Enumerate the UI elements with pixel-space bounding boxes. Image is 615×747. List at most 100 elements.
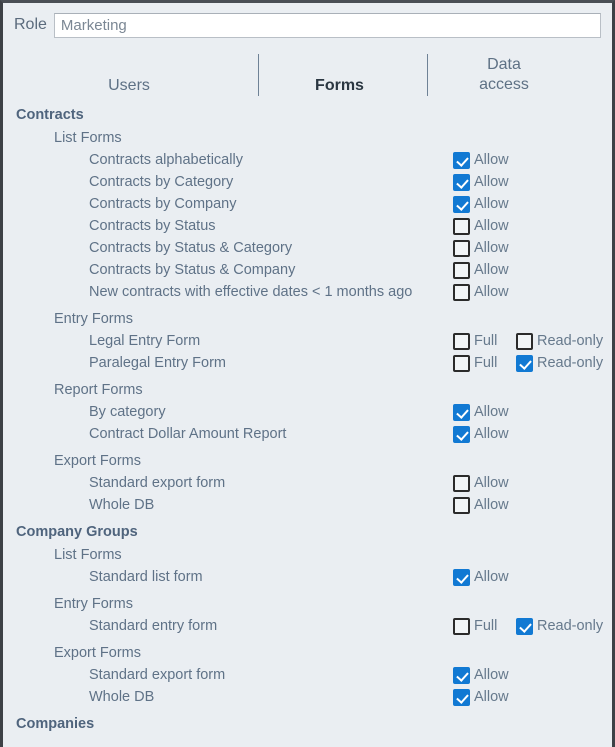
allow-checkbox[interactable]	[453, 262, 470, 279]
permission-row-label: Contracts by Company	[89, 196, 236, 212]
read-only-checkbox[interactable]	[516, 618, 533, 635]
permission-controls: Allow	[453, 472, 509, 494]
full-checkbox[interactable]	[453, 355, 470, 372]
permission-row: New contracts with effective dates < 1 m…	[3, 281, 612, 303]
tab-data-access[interactable]: Data access	[424, 46, 584, 104]
allow-checkbox-wrap[interactable]: Allow	[453, 494, 509, 516]
permission-controls: FullRead-only	[453, 615, 497, 637]
permission-controls: Allow	[453, 494, 509, 516]
allow-checkbox-wrap[interactable]: Allow	[453, 423, 509, 445]
permission-row: Standard export formAllow	[3, 664, 612, 686]
permission-row: Legal Entry FormFullRead-only	[3, 330, 612, 352]
section-header: Company Groups	[3, 521, 612, 544]
allow-checkbox[interactable]	[453, 240, 470, 257]
allow-checkbox-label: Allow	[474, 686, 509, 708]
allow-checkbox-wrap[interactable]: Allow	[453, 472, 509, 494]
allow-checkbox-wrap[interactable]: Allow	[453, 215, 509, 237]
full-checkbox-wrap[interactable]: Full	[453, 330, 497, 352]
permission-row: Contracts by Status & CompanyAllow	[3, 259, 612, 281]
allow-checkbox-label: Allow	[474, 472, 509, 494]
permission-row: Standard list formAllow	[3, 566, 612, 588]
allow-checkbox-wrap[interactable]: Allow	[453, 401, 509, 423]
allow-checkbox[interactable]	[453, 497, 470, 514]
tab-data-access-line1: Data	[487, 56, 521, 73]
allow-checkbox-wrap[interactable]: Allow	[453, 259, 509, 281]
permission-controls: Allow	[453, 566, 509, 588]
permission-row-label: Whole DB	[89, 497, 154, 513]
permission-controls: Allow	[453, 149, 509, 171]
permission-controls: Allow	[453, 259, 509, 281]
allow-checkbox[interactable]	[453, 152, 470, 169]
allow-checkbox-label: Allow	[474, 193, 509, 215]
full-checkbox[interactable]	[453, 333, 470, 350]
read-only-checkbox-wrap[interactable]: Read-only	[516, 615, 603, 637]
role-permissions-window: Role Users Forms Data access ContractsLi…	[0, 0, 615, 747]
allow-checkbox-wrap[interactable]: Allow	[453, 237, 509, 259]
allow-checkbox[interactable]	[453, 426, 470, 443]
permission-controls: Allow	[453, 193, 509, 215]
permission-controls: Allow	[453, 664, 509, 686]
allow-checkbox-label: Allow	[474, 259, 509, 281]
permission-row-label: Standard export form	[89, 475, 225, 491]
permission-row: Contract Dollar Amount ReportAllow	[3, 423, 612, 445]
full-checkbox[interactable]	[453, 618, 470, 635]
tab-users[interactable]: Users	[3, 46, 255, 104]
allow-checkbox[interactable]	[453, 196, 470, 213]
group-header: List Forms	[3, 544, 612, 566]
allow-checkbox-wrap[interactable]: Allow	[453, 686, 509, 708]
allow-checkbox-label: Allow	[474, 401, 509, 423]
tab-data-access-label: Data access	[479, 55, 529, 94]
allow-checkbox-label: Allow	[474, 149, 509, 171]
read-only-checkbox-wrap[interactable]: Read-only	[516, 352, 603, 374]
allow-checkbox-wrap[interactable]: Allow	[453, 171, 509, 193]
read-only-checkbox[interactable]	[516, 333, 533, 350]
allow-checkbox-wrap[interactable]: Allow	[453, 566, 509, 588]
allow-checkbox[interactable]	[453, 667, 470, 684]
read-only-checkbox-label: Read-only	[537, 330, 603, 352]
tab-data-access-line2: access	[479, 76, 529, 93]
permission-row-label: Contracts by Status & Category	[89, 240, 292, 256]
tab-users-label: Users	[108, 76, 150, 96]
permission-row-label: New contracts with effective dates < 1 m…	[89, 284, 412, 300]
allow-checkbox[interactable]	[453, 174, 470, 191]
permission-row-label: Contracts by Status	[89, 218, 216, 234]
allow-checkbox[interactable]	[453, 569, 470, 586]
role-name-input[interactable]	[54, 13, 601, 38]
allow-checkbox-wrap[interactable]: Allow	[453, 281, 509, 303]
permission-row: Whole DB Allow	[3, 494, 612, 516]
allow-checkbox[interactable]	[453, 284, 470, 301]
permission-controls: Allow	[453, 237, 509, 259]
permission-row: Standard entry formFullRead-only	[3, 615, 612, 637]
allow-checkbox[interactable]	[453, 689, 470, 706]
role-row: Role	[3, 3, 612, 37]
permission-controls: Allow	[453, 215, 509, 237]
allow-checkbox-wrap[interactable]: Allow	[453, 149, 509, 171]
permission-row: Contracts alphabetically Allow	[3, 149, 612, 171]
permission-row-label: Contracts alphabetically	[89, 152, 243, 168]
full-checkbox-wrap[interactable]: Full	[453, 615, 497, 637]
permission-controls: Allow	[453, 423, 509, 445]
allow-checkbox-wrap[interactable]: Allow	[453, 193, 509, 215]
full-checkbox-wrap[interactable]: Full	[453, 352, 497, 374]
full-checkbox-label: Full	[474, 352, 497, 374]
allow-checkbox-label: Allow	[474, 215, 509, 237]
permission-controls: FullRead-only	[453, 330, 497, 352]
allow-checkbox[interactable]	[453, 218, 470, 235]
tab-divider-2	[427, 54, 428, 96]
allow-checkbox-label: Allow	[474, 566, 509, 588]
read-only-checkbox-wrap[interactable]: Read-only	[516, 330, 603, 352]
permission-row-label: Paralegal Entry Form	[89, 355, 226, 371]
allow-checkbox-label: Allow	[474, 281, 509, 303]
permission-row-label: By category	[89, 404, 166, 420]
allow-checkbox-wrap[interactable]: Allow	[453, 664, 509, 686]
allow-checkbox[interactable]	[453, 404, 470, 421]
allow-checkbox[interactable]	[453, 475, 470, 492]
permission-row: Contracts by CategoryAllow	[3, 171, 612, 193]
group-header: Entry Forms	[3, 308, 612, 330]
read-only-checkbox-label: Read-only	[537, 615, 603, 637]
permission-row-label: Standard entry form	[89, 618, 217, 634]
tab-forms[interactable]: Forms	[255, 46, 424, 104]
read-only-checkbox[interactable]	[516, 355, 533, 372]
full-checkbox-label: Full	[474, 330, 497, 352]
permissions-list[interactable]: ContractsList FormsContracts alphabetica…	[3, 104, 612, 736]
